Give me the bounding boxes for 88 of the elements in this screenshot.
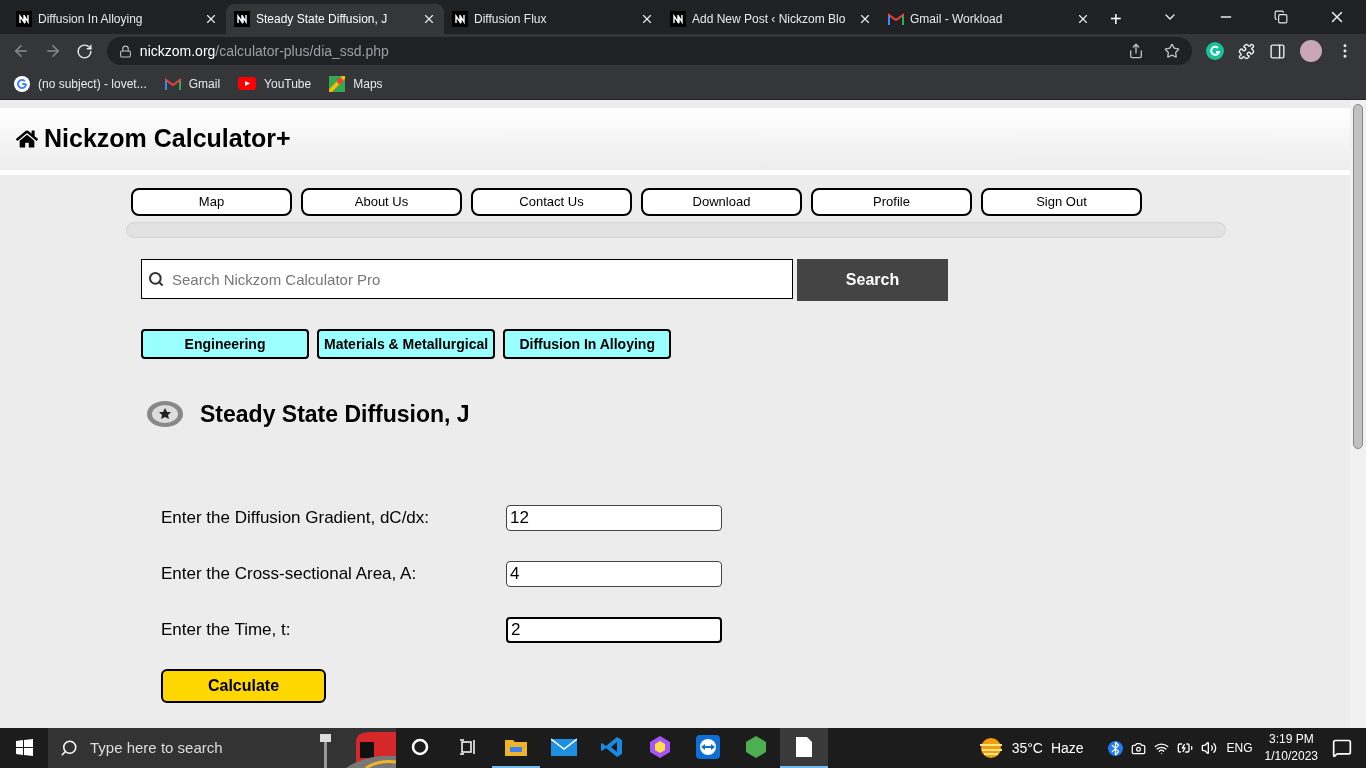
remote-arrows-icon — [696, 735, 720, 759]
taskbar-search-field[interactable]: Type here to search — [48, 728, 396, 768]
address-bar[interactable]: nickzom.org/calculator-plus/dia_ssd.php — [106, 37, 1193, 65]
input-field[interactable]: 12 — [506, 504, 722, 531]
nav-button[interactable]: Profile — [811, 188, 972, 216]
field-label: Enter the Diffusion Gradient, dC/dx: — [161, 506, 431, 529]
volume-icon[interactable] — [1200, 740, 1217, 756]
calculate-button[interactable]: Calculate — [161, 668, 326, 703]
search-button[interactable]: Search — [797, 259, 948, 301]
field-label: Enter the Time, t: — [161, 618, 292, 641]
site-favicon-icon — [452, 11, 468, 27]
nav-button[interactable]: Download — [641, 188, 802, 216]
site-favicon-icon — [670, 11, 686, 27]
bookmark-link[interactable]: (no subject) - lovet... — [14, 74, 147, 93]
bookmark-star-icon[interactable] — [1164, 43, 1181, 59]
nav-button[interactable]: Sign Out — [981, 188, 1142, 216]
close-icon[interactable] — [1076, 12, 1090, 26]
browser-tab[interactable]: Diffusion In Alloying — [8, 4, 226, 34]
weather-text[interactable]: 35°C — [1011, 737, 1043, 759]
breadcrumb-button[interactable]: Diffusion In Alloying — [503, 329, 672, 359]
hexagon-icon — [745, 735, 767, 759]
star-badge-icon — [146, 400, 184, 429]
notifications-icon[interactable] — [1332, 738, 1352, 758]
cube-icon — [649, 735, 671, 759]
search-icon — [60, 739, 78, 757]
map-pin-icon — [329, 75, 346, 92]
google-icon — [14, 75, 30, 92]
nav-button[interactable]: Contact Us — [471, 188, 632, 216]
tab-title: Gmail - Workload — [910, 11, 1004, 28]
browser-tab[interactable]: Steady State Diffusion, J — [226, 4, 444, 34]
grammarly-icon[interactable] — [1206, 42, 1225, 60]
tab-title: Add New Post ‹ Nickzom Blo — [692, 11, 847, 28]
input-field[interactable]: 4 — [506, 560, 722, 587]
bookmark-link[interactable]: Maps — [329, 74, 383, 93]
clock[interactable]: 3:19 PM 1/10/2023 — [1264, 731, 1318, 765]
bookmark-link[interactable]: YouTube — [238, 74, 312, 93]
tab-title: Diffusion In Alloying — [38, 11, 144, 28]
back-icon[interactable] — [12, 42, 30, 60]
folder-icon — [504, 737, 528, 757]
gmail-icon — [888, 13, 904, 25]
profile-avatar[interactable] — [1300, 40, 1323, 62]
site-favicon-icon — [16, 11, 32, 27]
wifi-icon[interactable] — [1153, 740, 1169, 756]
code-editor-icon — [600, 735, 624, 759]
site-favicon-icon — [234, 11, 250, 27]
close-icon[interactable] — [858, 12, 872, 26]
share-icon[interactable] — [1128, 43, 1145, 59]
close-icon[interactable] — [422, 12, 436, 26]
language-indicator[interactable]: ENG — [1226, 739, 1253, 757]
input-field[interactable]: 2 — [506, 616, 722, 643]
calculator-heading: Steady State Diffusion, J — [200, 400, 470, 429]
bluetooth-icon[interactable] — [1107, 740, 1123, 756]
close-icon[interactable] — [640, 12, 654, 26]
weather-icon[interactable] — [977, 737, 1004, 759]
search-field[interactable]: Search Nickzom Calculator Pro — [141, 259, 793, 299]
document-icon — [796, 737, 812, 757]
nav-button[interactable]: Map — [131, 188, 292, 216]
browser-tab[interactable]: Add New Post ‹ Nickzom Blo — [662, 4, 880, 34]
envelope-icon — [551, 737, 577, 757]
browser-tab[interactable]: Diffusion Flux — [444, 4, 662, 34]
weather-text[interactable]: Haze — [1050, 737, 1084, 759]
bookmark-link[interactable]: Gmail — [164, 74, 221, 93]
restore-icon[interactable] — [1274, 10, 1288, 24]
lock-icon — [118, 44, 132, 58]
site-title[interactable]: Nickzom Calculator+ — [44, 120, 291, 158]
search-icon — [148, 271, 164, 287]
nav-button[interactable]: About Us — [301, 188, 462, 216]
task-view-icon — [459, 738, 477, 756]
breadcrumb-button[interactable]: Materials & Metallurgical — [317, 329, 496, 359]
extensions-icon[interactable] — [1238, 42, 1256, 60]
tab-title: Steady State Diffusion, J — [256, 11, 389, 28]
tab-title: Diffusion Flux — [474, 11, 548, 28]
battery-icon[interactable] — [1176, 740, 1193, 756]
home-icon[interactable] — [16, 128, 38, 150]
url-text: nickzom.org/calculator-plus/dia_ssd.php — [139, 41, 390, 61]
browser-tab[interactable]: Gmail - Workload — [880, 4, 1098, 34]
scrollbar[interactable] — [1350, 100, 1366, 728]
side-panel-icon[interactable] — [1269, 42, 1287, 60]
gmail-icon — [164, 77, 181, 90]
breadcrumb-button[interactable]: Engineering — [141, 329, 309, 359]
play-icon — [238, 77, 257, 90]
new-tab-button[interactable]: + — [1098, 4, 1134, 34]
taskbar-app-button[interactable] — [780, 728, 828, 768]
field-label: Enter the Cross-sectional Area, A: — [161, 562, 418, 585]
close-icon[interactable] — [204, 12, 218, 26]
reload-icon[interactable] — [75, 42, 93, 60]
camera-icon[interactable] — [1130, 740, 1146, 756]
circle-icon — [411, 738, 429, 756]
